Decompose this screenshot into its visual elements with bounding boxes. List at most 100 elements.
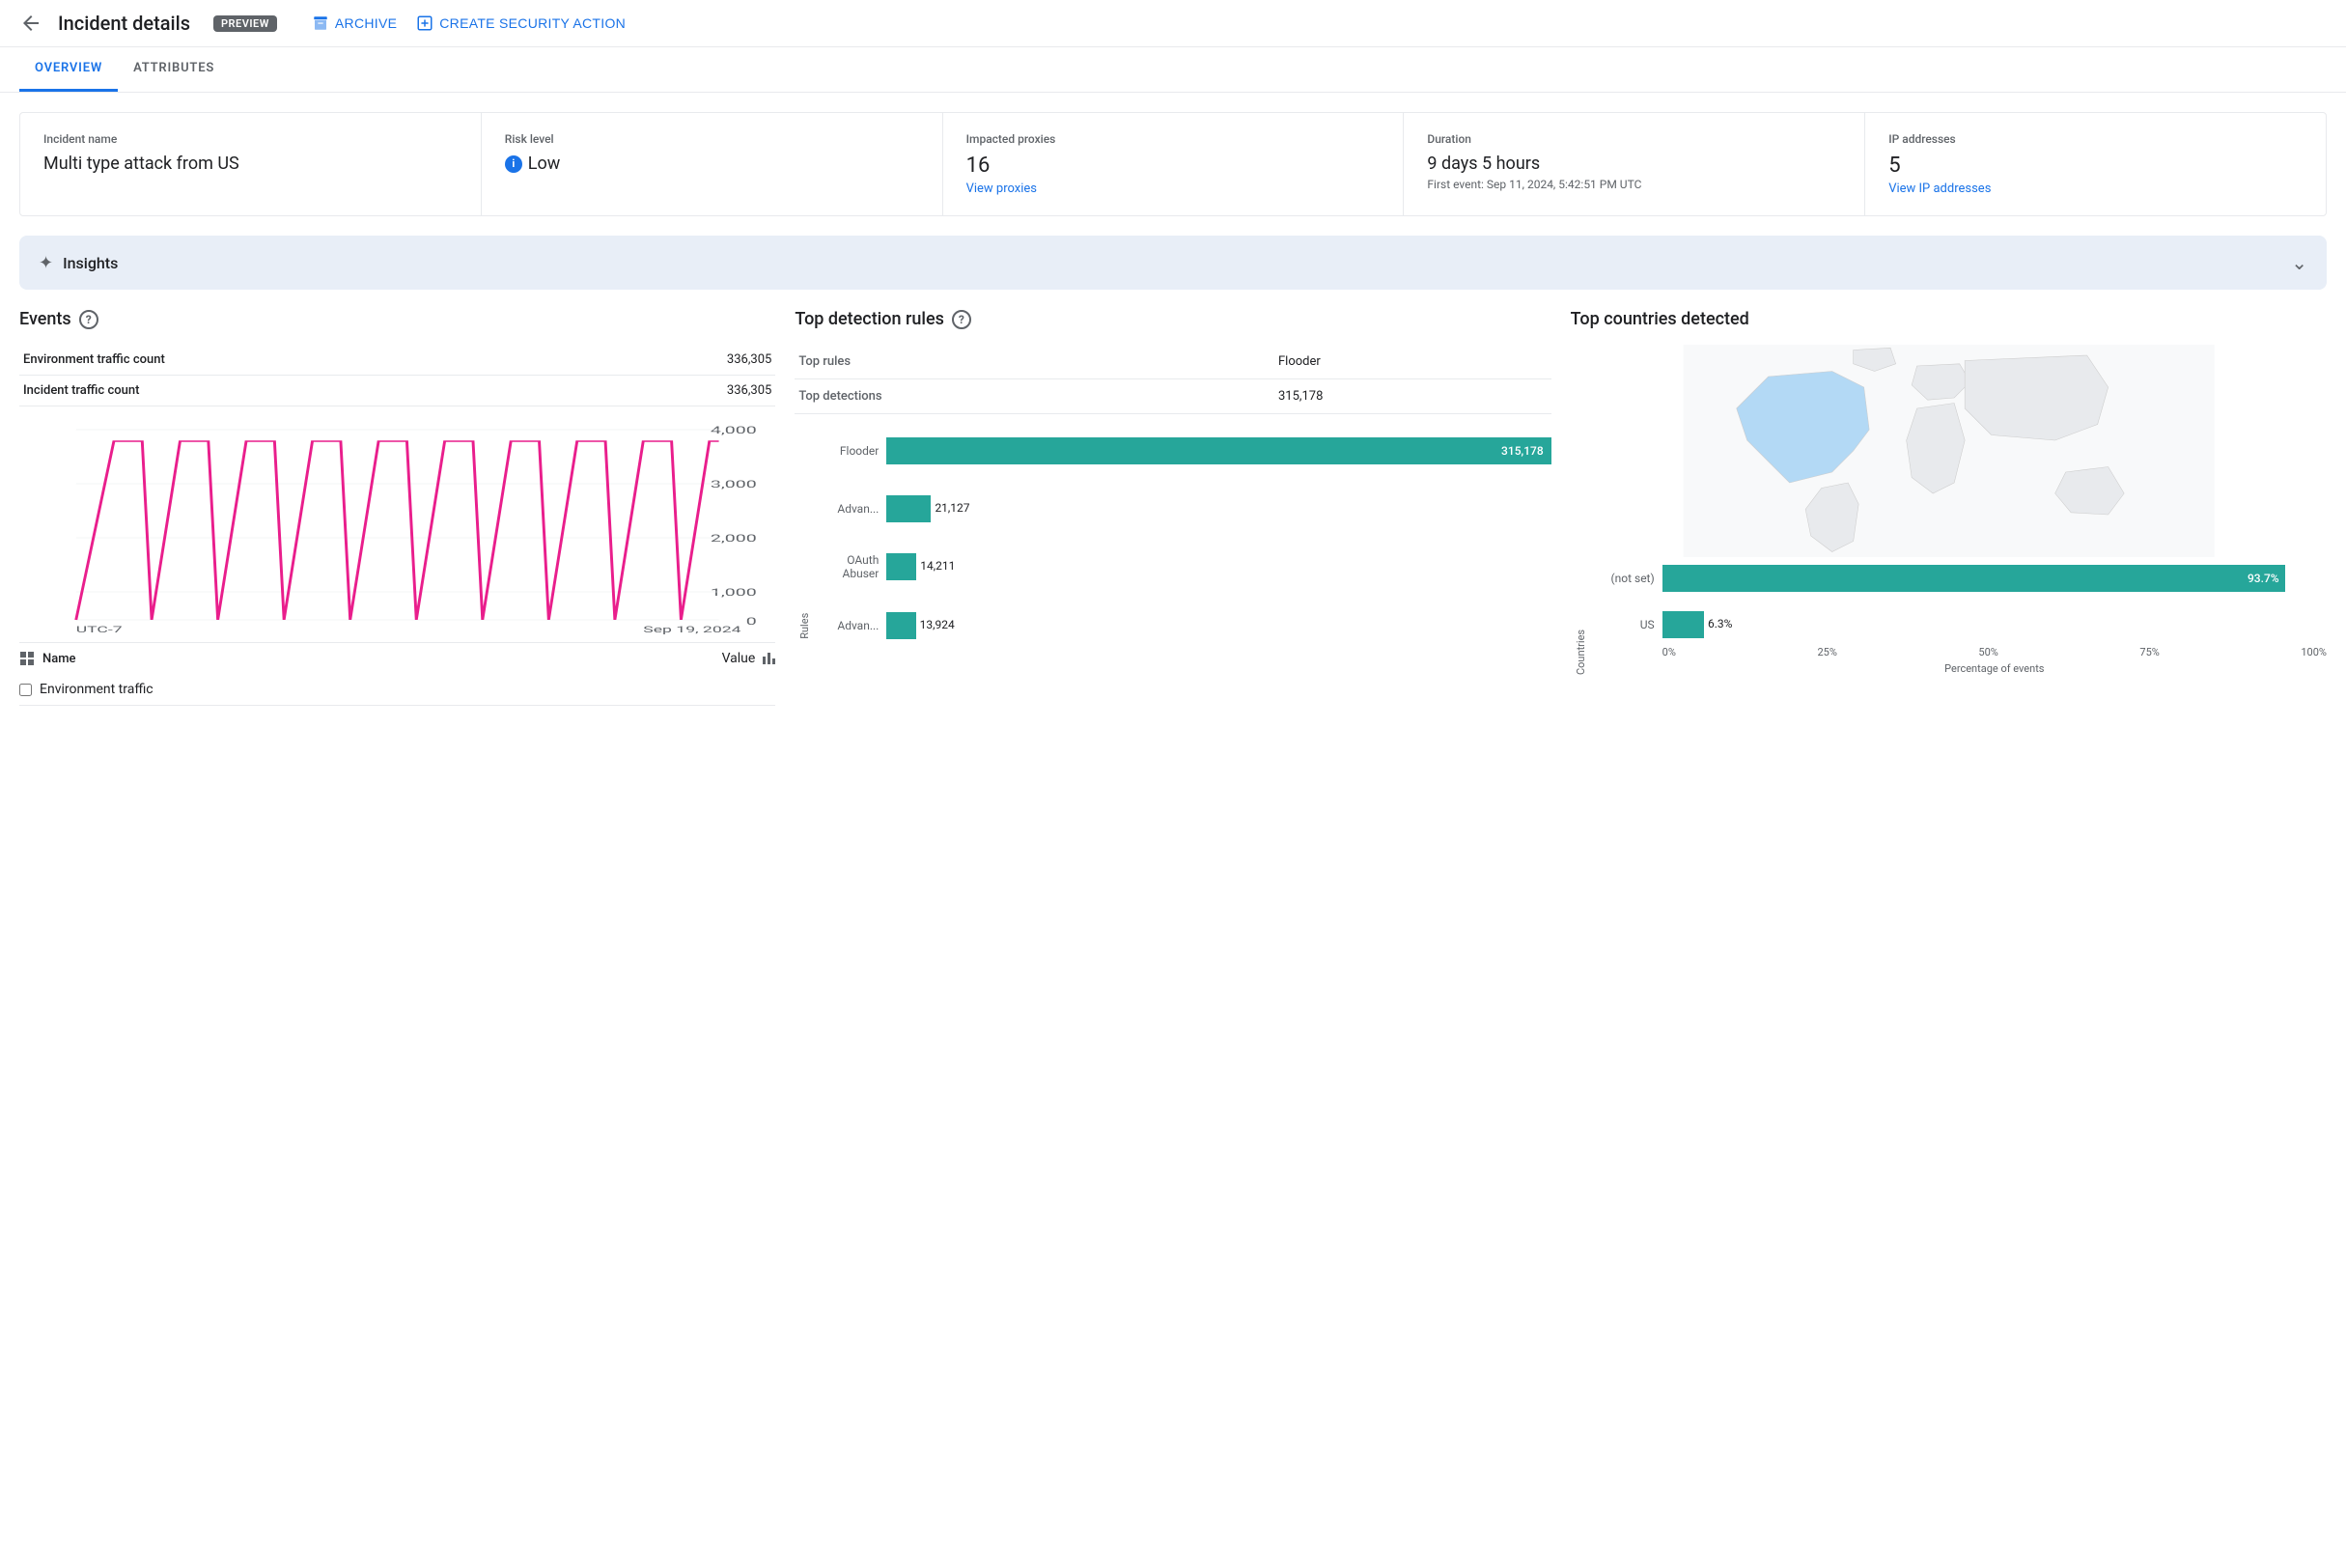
svg-text:0: 0 (746, 616, 757, 628)
table-row: Environment traffic count 336,305 (19, 345, 775, 376)
top-rules-label: Top rules (795, 345, 1274, 379)
table-name-header: Name (42, 652, 76, 666)
list-item: Environment traffic (19, 674, 775, 706)
top-detection-panel: Top detection rules ? Top rules Flooder … (795, 309, 1550, 706)
bar-row: US 6.3% (1587, 611, 2327, 638)
bar-fill: 315,178 (886, 437, 1550, 464)
incident-name-label: Incident name (43, 132, 458, 146)
table-row: Top detections 315,178 (795, 379, 1550, 414)
tab-overview[interactable]: OVERVIEW (19, 47, 118, 92)
bar-fill (1662, 611, 1704, 638)
incident-name-section: Incident name Multi type attack from US (20, 113, 482, 215)
table-row: Incident traffic count 336,305 (19, 376, 775, 406)
duration-value: 9 days 5 hours (1427, 154, 1841, 174)
countries-y-axis-label: Countries (1571, 565, 1587, 675)
env-traffic-checkbox[interactable] (19, 684, 32, 696)
events-line-chart-svg: 4,000 3,000 2,000 1,000 0 UTC-7 Sep 19, … (19, 422, 775, 634)
incident-info-card: Incident name Multi type attack from US … (19, 112, 2327, 216)
bar-row: Advan... 13,924 (811, 612, 1550, 639)
detection-bar-chart: Rules Flooder 315,178 Advan... (795, 437, 1550, 639)
bar-row: Flooder 315,178 (811, 437, 1550, 464)
duration-section: Duration 9 days 5 hours First event: Sep… (1404, 113, 1865, 215)
bar-value: 13,924 (920, 618, 955, 631)
events-table: Environment traffic count 336,305 Incide… (19, 345, 775, 406)
ip-value: 5 (1888, 154, 2303, 178)
x-label-0: 0% (1662, 646, 1676, 658)
insights-label: Insights (63, 254, 118, 272)
bar-row: Advan... 21,127 (811, 495, 1550, 522)
insights-sparkle-icon: ✦ (39, 253, 53, 273)
header: Incident details PREVIEW ARCHIVE CREATE … (0, 0, 2346, 47)
events-panel: Events ? Environment traffic count 336,3… (19, 309, 775, 706)
ip-label: IP addresses (1888, 132, 2303, 146)
top-detections-value: 315,178 (1274, 379, 1551, 414)
bar-label: Advan... (811, 619, 879, 632)
detection-title: Top detection rules (795, 309, 944, 329)
create-security-action-button[interactable]: CREATE SECURITY ACTION (416, 14, 626, 32)
impacted-proxies-section: Impacted proxies 16 View proxies (943, 113, 1405, 215)
svg-text:4,000: 4,000 (711, 425, 757, 436)
events-help-icon[interactable]: ? (79, 310, 98, 329)
tab-attributes[interactable]: ATTRIBUTES (118, 47, 230, 92)
env-traffic-label: Environment traffic count (19, 345, 579, 376)
archive-icon (312, 14, 329, 32)
bar-value: 14,211 (920, 559, 955, 573)
risk-level-section: Risk level i Low (482, 113, 943, 215)
ip-addresses-section: IP addresses 5 View IP addresses (1865, 113, 2326, 215)
svg-text:Sep 19, 2024: Sep 19, 2024 (643, 625, 740, 634)
back-button[interactable] (19, 12, 42, 35)
view-ip-addresses-link[interactable]: View IP addresses (1888, 182, 2303, 196)
detection-help-icon[interactable]: ? (952, 310, 971, 329)
x-axis-title: Percentage of events (1587, 662, 2327, 675)
bar-fill (886, 612, 915, 639)
bar-label: US (1587, 618, 1655, 631)
x-label-100: 100% (2301, 646, 2327, 658)
header-actions: ARCHIVE CREATE SECURITY ACTION (312, 14, 626, 32)
bar-label: (not set) (1587, 572, 1655, 585)
insights-panel[interactable]: ✦ Insights ⌄ (19, 236, 2327, 290)
x-label-50: 50% (1978, 646, 1997, 658)
insights-chevron-down-icon: ⌄ (2291, 251, 2307, 274)
env-traffic-row-label: Environment traffic (40, 682, 154, 697)
bar-label: OAuth Abuser (811, 553, 879, 581)
duration-label: Duration (1427, 132, 1841, 146)
proxies-label: Impacted proxies (966, 132, 1381, 146)
x-label-75: 75% (2139, 646, 2159, 658)
rules-y-axis-label: Rules (795, 437, 811, 639)
bar-row: OAuth Abuser 14,211 (811, 553, 1550, 581)
grid-icon (19, 651, 35, 666)
bar-fill (886, 553, 916, 580)
incident-name-value: Multi type attack from US (43, 154, 458, 174)
countries-title: Top countries detected (1571, 309, 1749, 329)
bar-fill (886, 495, 931, 522)
line-chart: 4,000 3,000 2,000 1,000 0 UTC-7 Sep 19, … (19, 422, 775, 634)
countries-bar-chart: Countries (not set) 93.7% US 6 (1571, 565, 2327, 675)
preview-badge: PREVIEW (213, 15, 277, 32)
bar-value: 315,178 (1501, 444, 1544, 458)
tabs-bar: OVERVIEW ATTRIBUTES (0, 47, 2346, 93)
table-value-header: Value (722, 651, 756, 666)
top-countries-panel: Top countries detected (1571, 309, 2327, 706)
risk-info-icon: i (505, 155, 522, 173)
svg-text:1,000: 1,000 (711, 587, 757, 599)
bar-value: 93.7% (2248, 572, 2279, 585)
top-detections-label: Top detections (795, 379, 1274, 414)
archive-button[interactable]: ARCHIVE (312, 14, 397, 32)
view-proxies-link[interactable]: View proxies (966, 182, 1381, 196)
svg-text:2,000: 2,000 (711, 533, 757, 545)
incident-traffic-value: 336,305 (579, 376, 776, 406)
world-map-svg (1571, 345, 2327, 557)
svg-text:UTC-7: UTC-7 (76, 625, 123, 634)
detection-summary-table: Top rules Flooder Top detections 315,178 (795, 345, 1550, 414)
bars-chart-icon (763, 653, 775, 664)
x-label-25: 25% (1817, 646, 1836, 658)
bar-value: 21,127 (935, 501, 969, 515)
env-traffic-value: 336,305 (579, 345, 776, 376)
risk-value: i Low (505, 154, 919, 174)
top-rules-value: Flooder (1274, 345, 1551, 379)
bar-label: Advan... (811, 502, 879, 516)
bar-fill: 93.7% (1662, 565, 2285, 592)
bar-value: 6.3% (1708, 617, 1732, 630)
first-event-text: First event: Sep 11, 2024, 5:42:51 PM UT… (1427, 178, 1841, 191)
risk-label: Risk level (505, 132, 919, 146)
